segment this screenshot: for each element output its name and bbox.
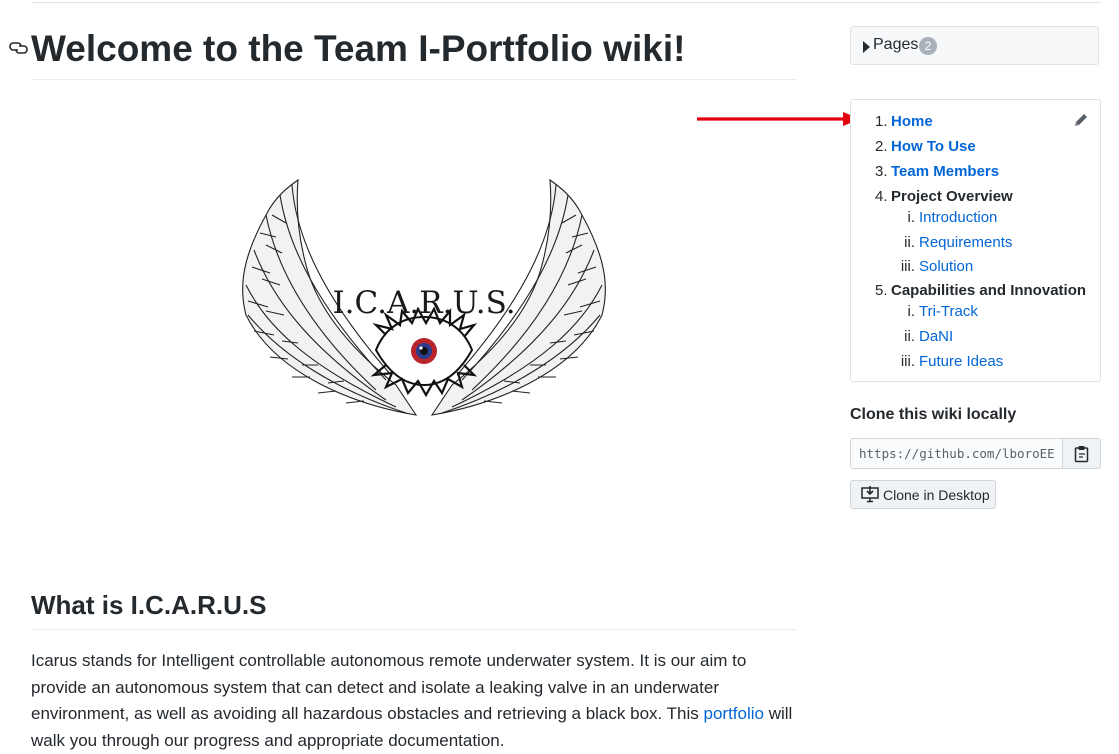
link-icon[interactable] (9, 40, 29, 56)
toc-link-team-members[interactable]: Team Members (891, 163, 999, 180)
portfolio-link[interactable]: portfolio (704, 704, 764, 723)
arrow-annotation (697, 112, 860, 126)
toc-item-dani[interactable]: ii. DaNI (893, 327, 953, 347)
toc-item-requirements[interactable]: ii. Requirements (893, 233, 1012, 253)
section-title: What is I.C.A.R.U.S (31, 590, 267, 620)
wiki-sidebar-toc: 1. Home 2. How To Use 3. Team Members 4. Pro… (850, 99, 1101, 382)
toc-link-solution[interactable]: Solution (919, 258, 973, 275)
toc-link-introduction[interactable]: Introduction (919, 209, 997, 226)
section-paragraph: Icarus stands for Intelligent controllab… (31, 648, 796, 754)
pages-label: Pages (873, 36, 919, 53)
caret-right-icon (863, 41, 870, 53)
clone-url-group (850, 438, 1101, 469)
wiki-content: Welcome to the Team I-Portfolio wiki! I.… (0, 0, 800, 750)
toc-link-tri-track[interactable]: Tri-Track (919, 303, 978, 320)
icarus-logo: I.C.A.R.U.S. (236, 175, 612, 431)
toc-item-team-members[interactable]: 3. Team Members (875, 162, 999, 182)
toc-heading-capabilities: 5. Capabilities and Innovation (875, 282, 1087, 299)
clone-wiki-title: Clone this wiki locally (850, 406, 1017, 423)
toc-heading-project-overview: 4. Project Overview (875, 188, 1013, 205)
page-title: Welcome to the Team I-Portfolio wiki! (31, 28, 686, 69)
pages-count-badge: 2 (919, 37, 937, 55)
clone-in-desktop-button[interactable]: Clone in Desktop (850, 480, 996, 509)
toc-link-future-ideas[interactable]: Future Ideas (919, 353, 1003, 370)
logo-wordmark: I.C.A.R.U.S. (332, 285, 516, 321)
copy-url-button[interactable] (1062, 438, 1101, 469)
title-divider (31, 79, 796, 80)
toc-item-home[interactable]: 1. Home (875, 112, 933, 132)
toc-link-dani[interactable]: DaNI (919, 328, 953, 345)
toc-item-future-ideas[interactable]: iii. Future Ideas (893, 352, 1003, 372)
toc-item-introduction[interactable]: i. Introduction (893, 208, 998, 228)
toc-item-tri-track[interactable]: i. Tri-Track (893, 302, 978, 322)
paragraph-text-start: Icarus stands for Intelligent controllab… (31, 651, 747, 723)
toc-link-how-to-use[interactable]: How To Use (891, 138, 976, 155)
toc-item-solution[interactable]: iii. Solution (893, 257, 973, 277)
desktop-download-icon (861, 486, 879, 503)
pencil-icon[interactable] (1073, 112, 1089, 128)
toc-item-how-to-use[interactable]: 2. How To Use (875, 137, 976, 157)
pages-toggle[interactable]: Pages 2 (850, 26, 1099, 65)
clone-in-desktop-label: Clone in Desktop (883, 487, 990, 503)
toc-link-requirements[interactable]: Requirements (919, 234, 1012, 251)
toc-link-home[interactable]: Home (891, 113, 933, 130)
clone-url-input[interactable] (850, 438, 1063, 469)
clipboard-icon (1074, 446, 1089, 463)
section-divider (31, 629, 796, 630)
